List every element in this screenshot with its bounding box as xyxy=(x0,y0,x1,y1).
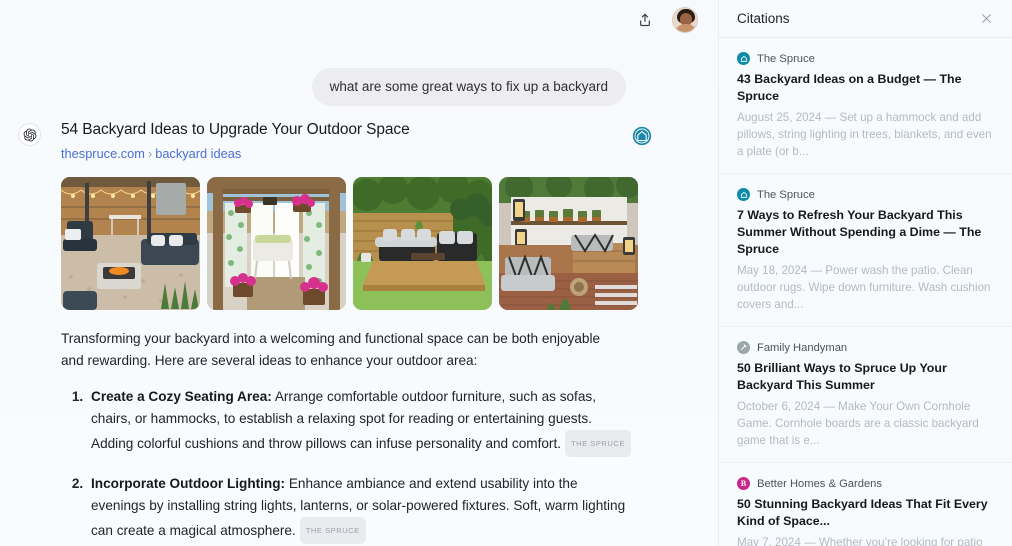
page-title: 54 Backyard Ideas to Upgrade Your Outdoo… xyxy=(61,121,410,138)
family-handyman-hammer-icon xyxy=(737,341,750,354)
citations-title: Citations xyxy=(737,11,790,26)
citation-source-name: The Spruce xyxy=(757,52,815,65)
assistant-message: 54 Backyard Ideas to Upgrade Your Outdoo… xyxy=(0,120,718,546)
answer-intro-paragraph: Transforming your backyard into a welcom… xyxy=(61,330,601,368)
list-item: Create a Cozy Seating Area: Arrange comf… xyxy=(87,386,631,457)
the-spruce-house-icon xyxy=(737,52,750,65)
source-domain: thespruce.com xyxy=(61,145,145,161)
citation-source-name: Better Homes & Gardens xyxy=(757,477,882,490)
citation-snippet: October 6, 2024 — Make Your Own Cornhole… xyxy=(737,400,979,447)
citation-chip[interactable]: THE SPRUCE xyxy=(299,516,366,544)
ideas-list: Create a Cozy Seating Area: Arrange comf… xyxy=(61,386,631,546)
list-item-heading: Create a Cozy Seating Area: xyxy=(91,388,272,404)
citation-item[interactable]: The Spruce 7 Ways to Refresh Your Backya… xyxy=(719,174,1012,327)
chatgpt-search-result-screen: what are some great ways to fix up a bac… xyxy=(0,0,1012,546)
conversation-pane: what are some great ways to fix up a bac… xyxy=(0,0,718,546)
list-item-heading: Incorporate Outdoor Lighting: xyxy=(91,475,286,491)
citation-headline: 50 Brilliant Ways to Spruce Up Your Back… xyxy=(737,361,947,392)
citation-source: B Better Homes & Gardens xyxy=(737,477,994,490)
citation-headline: 7 Ways to Refresh Your Backyard This Sum… xyxy=(737,208,982,256)
top-bar xyxy=(0,0,718,40)
citation-source-name: The Spruce xyxy=(757,188,815,201)
openai-logo-icon xyxy=(18,123,41,146)
user-query-bubble[interactable]: what are some great ways to fix up a bac… xyxy=(311,68,626,106)
citation-item[interactable]: B Better Homes & Gardens 50 Stunning Bac… xyxy=(719,463,1012,546)
result-image-1[interactable] xyxy=(61,176,200,310)
breadcrumb-separator-icon: › xyxy=(147,145,153,161)
user-message-row: what are some great ways to fix up a bac… xyxy=(311,68,626,106)
citation-source-name: Family Handyman xyxy=(757,341,848,354)
citations-list: The Spruce 43 Backyard Ideas on a Budget… xyxy=(719,38,1012,546)
share-icon[interactable] xyxy=(632,7,658,33)
citation-snippet: May 7, 2024 — Whether you’re looking for… xyxy=(737,536,983,546)
source-result-header[interactable]: 54 Backyard Ideas to Upgrade Your Outdoo… xyxy=(61,120,680,161)
citation-source: Family Handyman xyxy=(737,341,994,354)
citation-chip[interactable]: THE SPRUCE xyxy=(565,429,631,457)
list-item: Incorporate Outdoor Lighting: Enhance am… xyxy=(87,473,631,544)
citation-headline: 43 Backyard Ideas on a Budget — The Spru… xyxy=(737,72,962,103)
citation-item[interactable]: The Spruce 43 Backyard Ideas on a Budget… xyxy=(719,38,1012,174)
citation-snippet: August 25, 2024 — Set up a hammock and a… xyxy=(737,111,992,158)
citation-item[interactable]: Family Handyman 50 Brilliant Ways to Spr… xyxy=(719,327,1012,463)
citation-snippet: May 18, 2024 — Power wash the patio. Cle… xyxy=(737,264,991,311)
the-spruce-house-icon xyxy=(737,188,750,201)
avatar-body xyxy=(675,24,697,32)
better-homes-gardens-b-icon: B xyxy=(737,477,750,490)
source-path: backyard ideas xyxy=(155,145,242,161)
source-breadcrumb[interactable]: thespruce.com › backyard ideas xyxy=(61,146,620,161)
result-image-4[interactable] xyxy=(499,176,638,310)
citation-source: The Spruce xyxy=(737,188,994,201)
close-icon[interactable] xyxy=(976,9,996,29)
citations-header: Citations xyxy=(719,0,1012,38)
citation-source: The Spruce xyxy=(737,52,994,65)
answer-body: 54 Backyard Ideas to Upgrade Your Outdoo… xyxy=(61,120,680,546)
citation-headline: 50 Stunning Backyard Ideas That Fit Ever… xyxy=(737,497,988,528)
citations-panel: Citations The Spruce 43 Backyard Ideas o… xyxy=(718,0,1012,546)
image-strip xyxy=(61,176,680,310)
the-spruce-house-icon xyxy=(632,126,652,146)
avatar[interactable] xyxy=(672,7,698,33)
result-image-2[interactable] xyxy=(207,176,346,310)
result-image-3[interactable] xyxy=(353,176,492,310)
